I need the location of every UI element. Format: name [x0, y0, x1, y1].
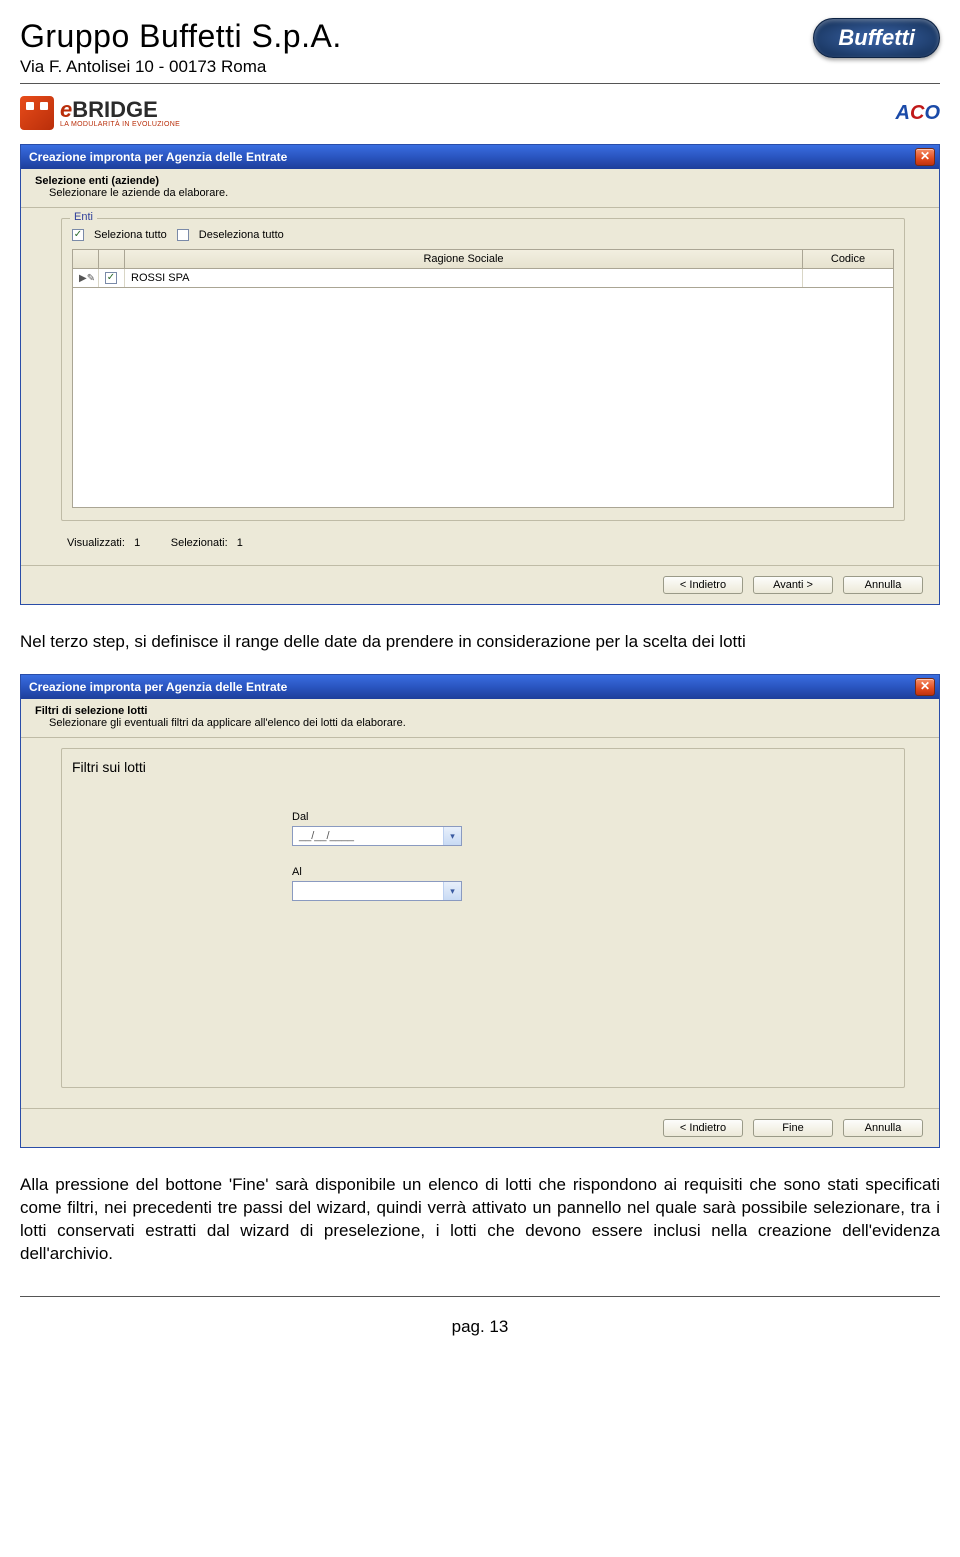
close-button[interactable]: ✕ — [915, 678, 935, 696]
cancel-button[interactable]: Annulla — [843, 1119, 923, 1137]
buffetti-logo: Buffetti — [813, 18, 940, 58]
grid-row[interactable]: ▶✎ ✓ ROSSI SPA — [72, 269, 894, 288]
page-number: pag. 13 — [452, 1317, 509, 1336]
dropdown-arrow-icon[interactable]: ▾ — [443, 827, 461, 845]
dialog-step2: Creazione impronta per Agenzia delle Ent… — [20, 144, 940, 605]
logos-row: eBRIDGE LA MODULARITÀ IN EVOLUZIONE ACO — [20, 96, 940, 130]
cell-codice — [803, 269, 893, 287]
finish-button[interactable]: Fine — [753, 1119, 833, 1137]
row-indicator-icon: ▶✎ — [79, 273, 95, 284]
titlebar: Creazione impronta per Agenzia delle Ent… — [21, 675, 939, 699]
dal-datepicker[interactable]: __/__/____ ▾ — [292, 826, 462, 846]
titlebar: Creazione impronta per Agenzia delle Ent… — [21, 145, 939, 169]
doc-header: Gruppo Buffetti S.p.A. Via F. Antolisei … — [20, 18, 940, 84]
dialog-buttons: < Indietro Fine Annulla — [21, 1108, 939, 1147]
col-handle — [73, 250, 99, 268]
company-title: Gruppo Buffetti S.p.A. — [20, 18, 342, 55]
visualizzati-value: 1 — [134, 537, 140, 549]
ebridge-text: eBRIDGE LA MODULARITÀ IN EVOLUZIONE — [60, 99, 180, 128]
close-button[interactable]: ✕ — [915, 148, 935, 166]
select-all-label: Seleziona tutto — [94, 229, 167, 241]
status-line: Visualizzati: 1 Selezionati: 1 — [35, 531, 925, 555]
select-all-checkbox[interactable]: ✓ — [72, 229, 84, 241]
col-ragione-sociale[interactable]: Ragione Sociale — [125, 250, 803, 268]
paragraph-fine-explanation: Alla pressione del bottone 'Fine' sarà d… — [20, 1174, 940, 1266]
dal-row: Dal __/__/____ ▾ — [292, 811, 894, 846]
dialog-step3: Creazione impronta per Agenzia delle Ent… — [20, 674, 940, 1148]
back-button[interactable]: < Indietro — [663, 576, 743, 594]
cell-ragione-sociale: ROSSI SPA — [125, 269, 803, 287]
row-checkbox[interactable]: ✓ — [105, 272, 117, 284]
deselect-all-checkbox[interactable] — [177, 229, 189, 241]
filtri-fieldset: Filtri sui lotti Dal __/__/____ ▾ Al ▾ — [61, 748, 905, 1088]
dialog-subheading: Selezionare le aziende da elaborare. — [49, 187, 925, 199]
dialog-header: Filtri di selezione lotti Selezionare gl… — [21, 699, 939, 737]
selezionati-value: 1 — [237, 537, 243, 549]
dal-label: Dal — [292, 811, 894, 823]
dal-value: __/__/____ — [293, 830, 443, 842]
window-title: Creazione impronta per Agenzia delle Ent… — [29, 150, 287, 164]
ebridge-prefix: e — [60, 97, 72, 122]
ebridge-logo: eBRIDGE LA MODULARITÀ IN EVOLUZIONE — [20, 96, 180, 130]
company-block: Gruppo Buffetti S.p.A. Via F. Antolisei … — [20, 18, 342, 77]
aco-logo: ACO — [896, 102, 940, 125]
select-all-row: ✓ Seleziona tutto Deseleziona tutto — [72, 229, 894, 241]
cancel-button[interactable]: Annulla — [843, 576, 923, 594]
dialog-header: Selezione enti (aziende) Selezionare le … — [21, 169, 939, 207]
window-title: Creazione impronta per Agenzia delle Ent… — [29, 680, 287, 694]
selezionati-label: Selezionati: — [171, 537, 228, 549]
back-button[interactable]: < Indietro — [663, 1119, 743, 1137]
dialog-body: Enti ✓ Seleziona tutto Deseleziona tutto… — [21, 207, 939, 565]
dialog-heading: Selezione enti (aziende) — [35, 175, 925, 187]
ebridge-subtitle: LA MODULARITÀ IN EVOLUZIONE — [60, 121, 180, 128]
next-button[interactable]: Avanti > — [753, 576, 833, 594]
enti-fieldset: Enti ✓ Seleziona tutto Deseleziona tutto… — [61, 218, 905, 521]
al-row: Al ▾ — [292, 866, 894, 901]
dialog-buttons: < Indietro Avanti > Annulla — [21, 565, 939, 604]
dialog-heading: Filtri di selezione lotti — [35, 705, 925, 717]
visualizzati-label: Visualizzati: — [67, 537, 125, 549]
al-datepicker[interactable]: ▾ — [292, 881, 462, 901]
ebridge-main: BRIDGE — [72, 97, 158, 122]
grid-header: Ragione Sociale Codice — [72, 249, 894, 269]
col-check — [99, 250, 125, 268]
filtri-legend: Filtri sui lotti — [72, 759, 146, 775]
ebridge-icon — [20, 96, 54, 130]
deselect-all-label: Deseleziona tutto — [199, 229, 284, 241]
dialog-body: Filtri sui lotti Dal __/__/____ ▾ Al ▾ — [21, 737, 939, 1108]
enti-legend: Enti — [70, 211, 97, 223]
grid-empty-area — [72, 288, 894, 508]
al-label: Al — [292, 866, 894, 878]
company-address: Via F. Antolisei 10 - 00173 Roma — [20, 57, 342, 77]
paragraph-step3-intro: Nel terzo step, si definisce il range de… — [20, 631, 940, 654]
col-codice[interactable]: Codice — [803, 250, 893, 268]
doc-footer: pag. 13 — [20, 1296, 940, 1337]
dialog-subheading: Selezionare gli eventuali filtri da appl… — [49, 717, 925, 729]
dropdown-arrow-icon[interactable]: ▾ — [443, 882, 461, 900]
